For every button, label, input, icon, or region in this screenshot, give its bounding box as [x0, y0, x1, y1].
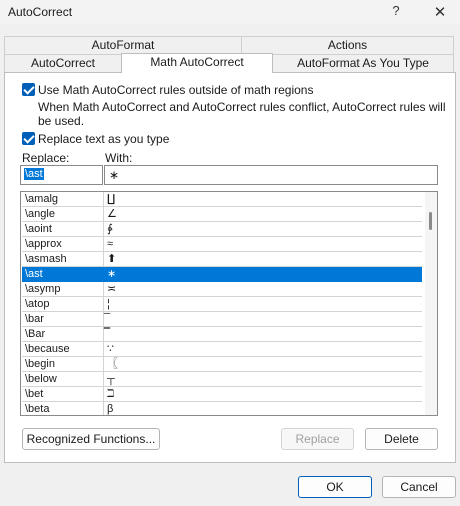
entry-replace-text: \atop — [25, 298, 50, 310]
cancel-button[interactable]: Cancel — [382, 476, 456, 498]
list-item[interactable]: \beta β — [22, 402, 422, 415]
entry-replace-text: \beta — [25, 403, 50, 415]
column-divider — [103, 342, 104, 357]
entry-replace-text: \bet — [25, 388, 44, 400]
conflict-note: When Math AutoCorrect and AutoCorrect ru… — [38, 100, 446, 128]
help-icon[interactable]: ? — [388, 3, 404, 21]
tab-autocorrect[interactable]: AutoCorrect — [4, 54, 122, 72]
entry-with-symbol: ∗ — [107, 268, 117, 280]
recognized-functions-button[interactable]: Recognized Functions... — [22, 428, 160, 450]
list-item[interactable]: \aoint ∳ — [22, 222, 422, 237]
replace-button[interactable]: Replace — [281, 428, 354, 450]
list-item[interactable]: \amalg ∐ — [22, 192, 422, 207]
column-divider — [103, 357, 104, 372]
replace-input-value: \ast — [24, 168, 44, 180]
entry-replace-text: \asmash — [25, 253, 67, 265]
column-divider — [103, 192, 104, 207]
entry-replace-text: \aoint — [25, 223, 52, 235]
entry-with-symbol: ∵ — [107, 343, 114, 355]
list-item[interactable]: \below ┬ — [22, 372, 422, 387]
list-item[interactable]: \approx ≈ — [22, 237, 422, 252]
entry-replace-text: \begin — [25, 358, 55, 370]
entry-with-symbol: ∐ — [107, 193, 116, 205]
entry-replace-text: \below — [25, 373, 57, 385]
ok-button[interactable]: OK — [298, 476, 372, 498]
entry-with-symbol: ¦ — [107, 298, 110, 310]
use-outside-math-label: Use Math AutoCorrect rules outside of ma… — [38, 83, 314, 97]
column-divider — [103, 312, 104, 327]
list-item[interactable]: \because ∵ — [22, 342, 422, 357]
entry-replace-text: \Bar — [25, 328, 46, 340]
title-bar: AutoCorrect ? ✕ — [0, 0, 460, 24]
tab-label: Math AutoCorrect — [150, 55, 244, 69]
tab-label: AutoFormat — [91, 38, 155, 52]
entry-replace-text: \angle — [25, 208, 55, 220]
column-divider — [103, 222, 104, 237]
column-divider — [103, 237, 104, 252]
close-icon[interactable]: ✕ — [431, 3, 449, 21]
column-divider — [103, 297, 104, 312]
column-divider — [103, 282, 104, 297]
list-item[interactable]: \ast ∗ — [22, 267, 422, 282]
entry-with-symbol: ≍ — [107, 283, 117, 295]
tab-label: AutoFormat As You Type — [297, 56, 429, 70]
column-divider — [103, 267, 104, 282]
list-item[interactable]: \asmash ⬆ — [22, 252, 422, 267]
entry-replace-text: \asymp — [25, 283, 61, 295]
entry-with-symbol: ≈ — [107, 238, 114, 250]
column-divider — [103, 402, 104, 415]
replace-field-label: Replace: — [22, 151, 70, 165]
column-divider — [103, 207, 104, 222]
column-divider — [103, 387, 104, 402]
window-title: AutoCorrect — [8, 5, 73, 19]
list-item[interactable]: \Bar̿ — [22, 327, 422, 342]
autocorrect-entries-list[interactable]: \amalg ∐ \angle ∠ \aoint ∳ \approx ≈ \asmash ⬆ \as… — [20, 191, 438, 416]
entry-with-symbol: β — [107, 403, 114, 415]
tab-autoformat-as-you-type[interactable]: AutoFormat As You Type — [272, 54, 454, 72]
list-item[interactable]: \angle ∠ — [22, 207, 422, 222]
entry-with-symbol: 〖 — [107, 358, 118, 370]
with-input[interactable]: ∗ — [104, 165, 438, 185]
list-scrollbar[interactable] — [425, 192, 437, 415]
tab-actions[interactable]: Actions — [241, 36, 454, 54]
use-outside-math-checkbox[interactable] — [22, 83, 35, 96]
entry-replace-text: \approx — [25, 238, 62, 250]
list-item[interactable]: \bar̅ — [22, 312, 422, 327]
entry-with-symbol: ⬆ — [107, 253, 117, 265]
list-item[interactable]: \atop ¦ — [22, 297, 422, 312]
replace-input[interactable]: \ast — [20, 165, 103, 185]
entry-with-symbol: ∳ — [107, 223, 113, 235]
with-field-label: With: — [105, 151, 133, 165]
entry-replace-text: \amalg — [25, 193, 59, 205]
replace-as-you-type-checkbox[interactable] — [22, 132, 35, 145]
entry-with-symbol: ℶ — [107, 388, 115, 400]
list-item[interactable]: \begin 〖 — [22, 357, 422, 372]
entry-replace-text: \ast — [25, 268, 43, 280]
scrollbar-thumb[interactable] — [429, 212, 432, 230]
entry-with-symbol: ┬ — [107, 373, 115, 385]
list-item[interactable]: \asymp ≍ — [22, 282, 422, 297]
column-divider — [103, 252, 104, 267]
column-divider — [103, 372, 104, 387]
delete-button[interactable]: Delete — [365, 428, 438, 450]
tab-math-autocorrect[interactable]: Math AutoCorrect — [121, 53, 273, 73]
entry-replace-text: \bar — [25, 313, 44, 325]
entry-replace-text: \because — [25, 343, 70, 355]
replace-as-you-type-label: Replace text as you type — [38, 132, 170, 146]
tab-autoformat[interactable]: AutoFormat — [4, 36, 242, 54]
list-item[interactable]: \bet ℶ — [22, 387, 422, 402]
entry-with-symbol: ∠ — [107, 208, 117, 220]
with-input-value: ∗ — [109, 168, 120, 182]
column-divider — [103, 327, 104, 342]
tab-label: Actions — [327, 38, 368, 52]
tab-label: AutoCorrect — [30, 56, 96, 70]
